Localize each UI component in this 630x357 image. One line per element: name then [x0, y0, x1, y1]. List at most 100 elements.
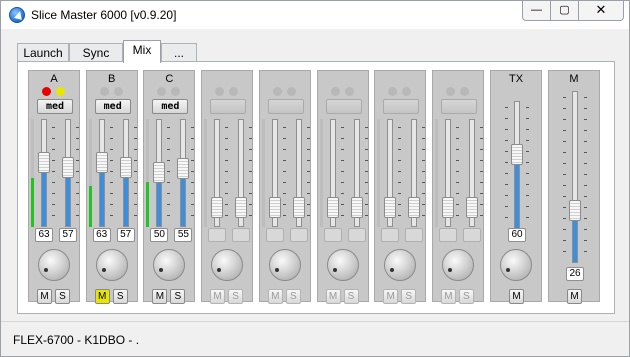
vol-fader[interactable] — [41, 119, 47, 227]
scale-tick — [364, 182, 368, 183]
pan-fader-thumb[interactable] — [408, 197, 421, 218]
title-bar[interactable]: Slice Master 6000 [v0.9.20] — ▢ ✕ — [1, 1, 629, 29]
mute-button[interactable]: M — [325, 289, 341, 304]
tab-sync[interactable]: Sync — [69, 43, 123, 62]
vol-value[interactable]: 63 — [35, 228, 53, 242]
pan-value[interactable] — [289, 228, 308, 242]
minimize-button[interactable]: — — [522, 1, 550, 21]
scale-tick — [249, 204, 253, 205]
pan-fader-thumb[interactable] — [350, 197, 363, 218]
vol-fader-thumb[interactable] — [38, 151, 50, 173]
scale-tick — [563, 218, 566, 219]
scale-tick — [526, 107, 529, 108]
tab-mix[interactable]: Mix — [123, 40, 161, 63]
tx-value[interactable]: 60 — [508, 228, 526, 242]
master-mute-button[interactable]: M — [567, 289, 582, 304]
solo-button[interactable]: S — [170, 289, 186, 304]
vol-fader[interactable] — [98, 119, 105, 227]
mode-button[interactable]: med — [152, 99, 189, 114]
master-value[interactable]: 26 — [566, 267, 584, 281]
maximize-button[interactable]: ▢ — [550, 1, 578, 21]
vol-value[interactable] — [265, 228, 284, 242]
pan-knob[interactable] — [211, 249, 244, 281]
pan-value[interactable] — [347, 228, 366, 242]
status-led — [272, 87, 282, 96]
mode-button[interactable] — [440, 99, 477, 114]
pan-value[interactable] — [462, 228, 481, 242]
vol-fader-thumb[interactable] — [441, 197, 454, 218]
pan-knob[interactable] — [441, 249, 474, 281]
mute-button[interactable]: M — [210, 289, 226, 304]
tx-knob[interactable] — [500, 249, 532, 281]
channel-strip: MS — [316, 70, 369, 304]
mute-button[interactable]: M — [440, 289, 456, 304]
vol-fader-thumb[interactable] — [268, 197, 281, 218]
scale-tick — [306, 193, 310, 194]
channel-strip: Amed 63 57 M S — [28, 70, 80, 304]
pan-value[interactable] — [405, 228, 424, 242]
solo-button[interactable]: S — [228, 289, 244, 304]
close-button[interactable]: ✕ — [578, 1, 624, 21]
mute-button[interactable]: M — [152, 289, 168, 304]
pan-knob[interactable] — [326, 249, 359, 281]
vol-fader-thumb[interactable] — [326, 197, 339, 218]
tx-mute-button[interactable]: M — [509, 289, 524, 304]
vol-fader-thumb[interactable] — [153, 162, 166, 183]
tab-launch[interactable]: Launch — [17, 43, 69, 62]
solo-button[interactable]: S — [112, 289, 128, 304]
pan-value[interactable]: 57 — [59, 228, 77, 242]
status-led — [56, 87, 65, 96]
mode-button[interactable] — [383, 99, 420, 114]
vol-value[interactable]: 63 — [92, 228, 111, 242]
vol-fader-thumb[interactable] — [95, 151, 108, 173]
mute-button[interactable]: M — [383, 289, 399, 304]
vol-value[interactable]: 50 — [150, 228, 169, 242]
pan-value[interactable]: 55 — [174, 228, 193, 242]
mode-button[interactable] — [267, 99, 304, 114]
tab-more[interactable]: ... — [161, 43, 197, 62]
mode-button[interactable] — [325, 99, 362, 114]
mode-button[interactable]: med — [94, 99, 131, 114]
vol-value[interactable] — [323, 228, 342, 242]
pan-fader-thumb[interactable] — [119, 156, 132, 178]
master-fader-thumb[interactable] — [569, 200, 581, 222]
scale-tick — [225, 171, 229, 172]
scale-tick — [364, 127, 368, 128]
pan-knob[interactable] — [95, 249, 128, 281]
master-fader[interactable] — [572, 91, 578, 263]
pan-fader-thumb[interactable] — [235, 197, 248, 218]
solo-button[interactable]: S — [458, 289, 474, 304]
scale-tick — [109, 182, 113, 183]
tx-label: TX — [508, 73, 524, 85]
vol-fader-thumb[interactable] — [211, 197, 224, 218]
mode-button[interactable]: med — [37, 99, 73, 114]
pan-fader-thumb[interactable] — [62, 156, 74, 178]
status-led — [402, 87, 412, 96]
mute-button[interactable]: M — [37, 289, 52, 304]
mute-button[interactable]: M — [94, 289, 110, 304]
tx-strip: TX 60 M — [490, 70, 542, 304]
pan-knob[interactable] — [38, 249, 70, 281]
scale-tick — [455, 149, 459, 150]
vol-value[interactable] — [208, 228, 227, 242]
pan-fader-thumb[interactable] — [177, 158, 190, 180]
pan-knob[interactable] — [153, 249, 186, 281]
pan-fader-thumb[interactable] — [465, 197, 478, 218]
solo-button[interactable]: S — [343, 289, 359, 304]
status-led — [229, 87, 239, 96]
solo-button[interactable]: S — [55, 289, 70, 304]
channel-strip: MS — [431, 70, 484, 304]
pan-fader-thumb[interactable] — [292, 197, 305, 218]
pan-knob[interactable] — [384, 249, 417, 281]
solo-button[interactable]: S — [285, 289, 301, 304]
pan-value[interactable] — [232, 228, 251, 242]
pan-knob[interactable] — [268, 249, 301, 281]
vol-fader-thumb[interactable] — [384, 197, 397, 218]
vol-value[interactable] — [381, 228, 400, 242]
mode-button[interactable] — [210, 99, 247, 114]
mute-button[interactable]: M — [267, 289, 283, 304]
vol-value[interactable] — [438, 228, 457, 242]
pan-value[interactable]: 57 — [116, 228, 135, 242]
solo-button[interactable]: S — [401, 289, 417, 304]
tx-fader-thumb[interactable] — [511, 144, 523, 166]
